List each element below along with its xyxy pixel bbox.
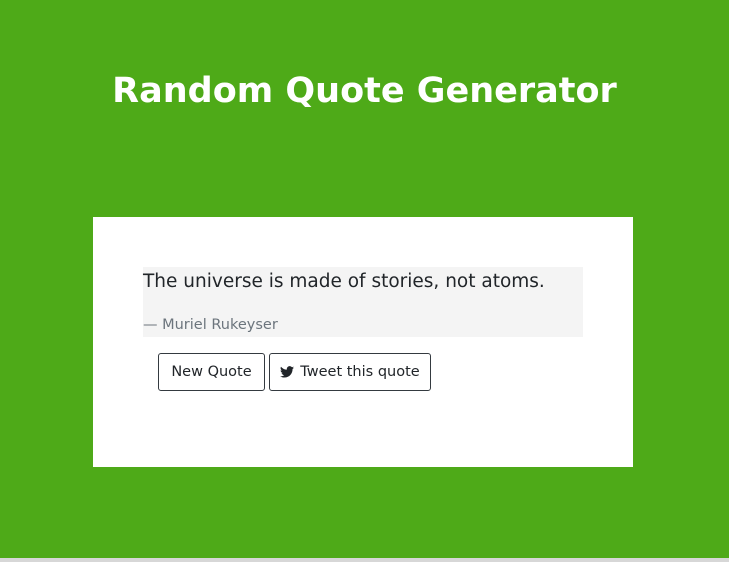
page-title: Random Quote Generator (112, 71, 617, 111)
new-quote-label: New Quote (171, 364, 252, 380)
tweet-quote-label: Tweet this quote (300, 364, 420, 380)
quote-card: The universe is made of stories, not ato… (93, 217, 633, 467)
quote-author: — Muriel Rukeyser (143, 317, 278, 333)
new-quote-button[interactable]: New Quote (158, 353, 265, 391)
quote-text: The universe is made of stories, not ato… (143, 271, 545, 292)
twitter-icon (280, 366, 295, 378)
bottom-divider (0, 558, 729, 562)
quote-block: The universe is made of stories, not ato… (143, 267, 583, 337)
tweet-quote-button[interactable]: Tweet this quote (269, 353, 431, 391)
